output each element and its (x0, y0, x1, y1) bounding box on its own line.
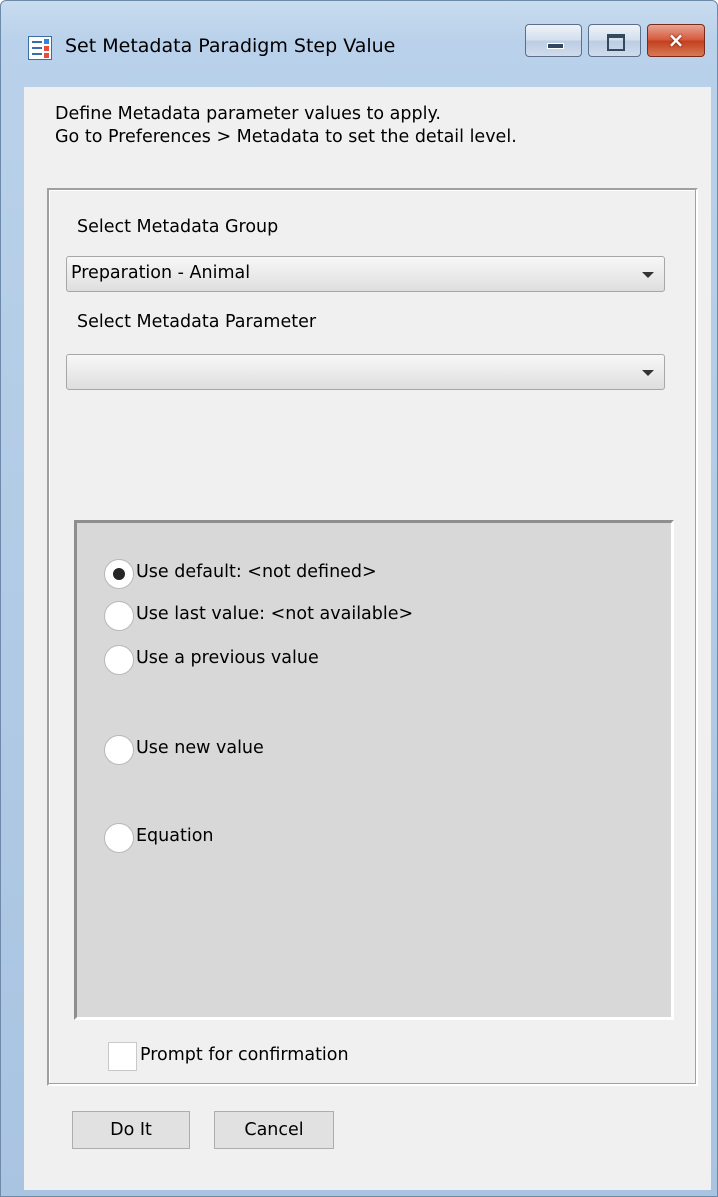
maximize-button[interactable] (588, 24, 641, 57)
radio-selected-dot (113, 568, 125, 580)
minimize-button[interactable] (525, 24, 582, 57)
metadata-table-icon (28, 36, 52, 60)
radio-button[interactable] (104, 645, 134, 675)
radio-button[interactable] (104, 559, 134, 589)
title-bar[interactable]: Set Metadata Paradigm Step Value × (1, 1, 717, 60)
minimize-icon (547, 43, 564, 49)
maximize-icon (607, 34, 625, 51)
dialog-window: Set Metadata Paradigm Step Value × Defin… (0, 0, 718, 1197)
radio-label: Use a previous value (136, 648, 319, 668)
chevron-down-icon (642, 272, 654, 278)
radio-button[interactable] (104, 735, 134, 765)
instructions-line-2: Go to Preferences > Metadata to set the … (55, 127, 517, 147)
dialog-content: Define Metadata parameter values to appl… (24, 87, 711, 1190)
close-icon: × (667, 28, 685, 52)
close-button[interactable]: × (647, 24, 705, 57)
metadata-parameter-label: Select Metadata Parameter (77, 312, 317, 332)
radio-label: Use default: <not defined> (136, 562, 377, 582)
window-title: Set Metadata Paradigm Step Value (65, 35, 396, 57)
metadata-group-label: Select Metadata Group (77, 217, 279, 237)
radio-label: Use last value: <not available> (136, 604, 414, 624)
cancel-button[interactable]: Cancel (214, 1111, 334, 1149)
radio-label: Equation (136, 826, 214, 846)
radio-label: Use new value (136, 738, 264, 758)
instructions-text: Define Metadata parameter values to appl… (55, 103, 517, 149)
metadata-parameter-dropdown[interactable] (66, 354, 665, 390)
metadata-group-value: Preparation - Animal (71, 263, 251, 283)
instructions-line-1: Define Metadata parameter values to appl… (55, 104, 441, 124)
settings-group-box: Select Metadata Group Preparation - Anim… (47, 188, 698, 1086)
do-it-button[interactable]: Do It (72, 1111, 190, 1149)
chevron-down-icon (642, 370, 654, 376)
metadata-group-dropdown[interactable]: Preparation - Animal (66, 256, 665, 292)
value-options-panel: Use default: <not defined> Use last valu… (74, 520, 674, 1020)
prompt-confirmation-checkbox[interactable] (108, 1042, 137, 1071)
prompt-confirmation-label: Prompt for confirmation (140, 1045, 349, 1065)
radio-button[interactable] (104, 823, 134, 853)
radio-button[interactable] (104, 601, 134, 631)
